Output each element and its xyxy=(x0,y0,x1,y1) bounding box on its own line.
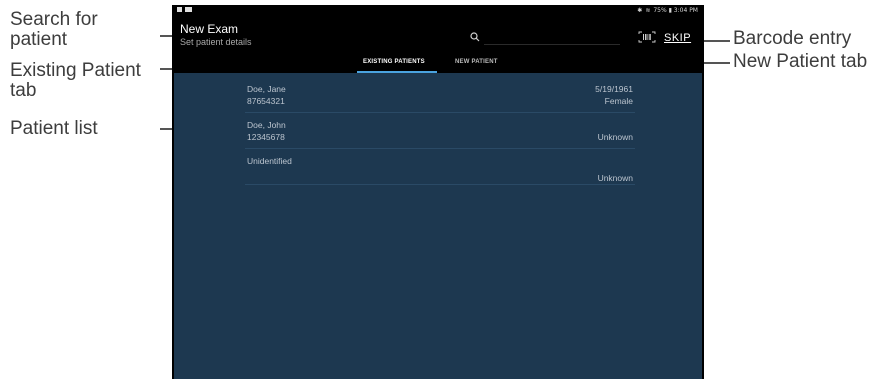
status-bar: ✱ ≋ 75% ▮ 3:04 PM xyxy=(172,5,704,18)
patient-dob: 5/19/1961 xyxy=(595,84,633,94)
tab-new-patient[interactable]: NEW PATIENT xyxy=(455,59,498,65)
page-title: New Exam xyxy=(180,22,239,36)
list-item[interactable]: Doe, Jane 87654321 5/19/1961 Female xyxy=(245,77,635,113)
tablet-screen: ✱ ≋ 75% ▮ 3:04 PM New Exam Set patient d… xyxy=(172,5,704,379)
patient-sex: Unknown xyxy=(597,173,633,183)
callout-search: Search for patient xyxy=(10,9,98,50)
callout-existing-tab: Existing Patient tab xyxy=(10,60,141,101)
search-input[interactable] xyxy=(484,44,620,45)
patient-list: Doe, Jane 87654321 5/19/1961 Female Doe,… xyxy=(174,73,702,379)
patient-tabs: EXISTING PATIENTS NEW PATIENT xyxy=(172,55,704,73)
sim-icon xyxy=(177,7,182,12)
status-text: 75% ▮ 3:04 PM xyxy=(653,7,698,14)
callout-barcode: Barcode entry xyxy=(733,28,852,49)
patient-name: Doe, Jane xyxy=(247,84,286,94)
patient-id: 87654321 xyxy=(247,96,285,106)
status-right: ✱ ≋ 75% ▮ 3:04 PM xyxy=(637,7,698,14)
wifi-icon: ≋ xyxy=(645,7,651,14)
patient-id: 12345678 xyxy=(247,132,285,142)
search-icon[interactable] xyxy=(470,32,480,42)
page-subtitle: Set patient details xyxy=(180,37,252,47)
list-item[interactable]: Doe, John 12345678 Unknown xyxy=(245,113,635,149)
callout-patient-list: Patient list xyxy=(10,118,98,139)
skip-button[interactable]: SKIP xyxy=(664,32,691,44)
callout-new-tab: New Patient tab xyxy=(733,51,868,72)
patient-sex: Female xyxy=(604,96,633,106)
patient-name: Unidentified xyxy=(247,156,292,166)
status-left-icons xyxy=(177,7,192,12)
list-item[interactable]: Unidentified Unknown xyxy=(245,149,635,185)
barcode-scan-icon[interactable] xyxy=(638,31,656,43)
patient-name: Doe, John xyxy=(247,120,286,130)
patient-sex: Unknown xyxy=(597,132,633,142)
tab-existing-patients[interactable]: EXISTING PATIENTS xyxy=(363,59,425,65)
image-icon xyxy=(185,7,192,12)
bluetooth-icon: ✱ xyxy=(637,7,643,14)
